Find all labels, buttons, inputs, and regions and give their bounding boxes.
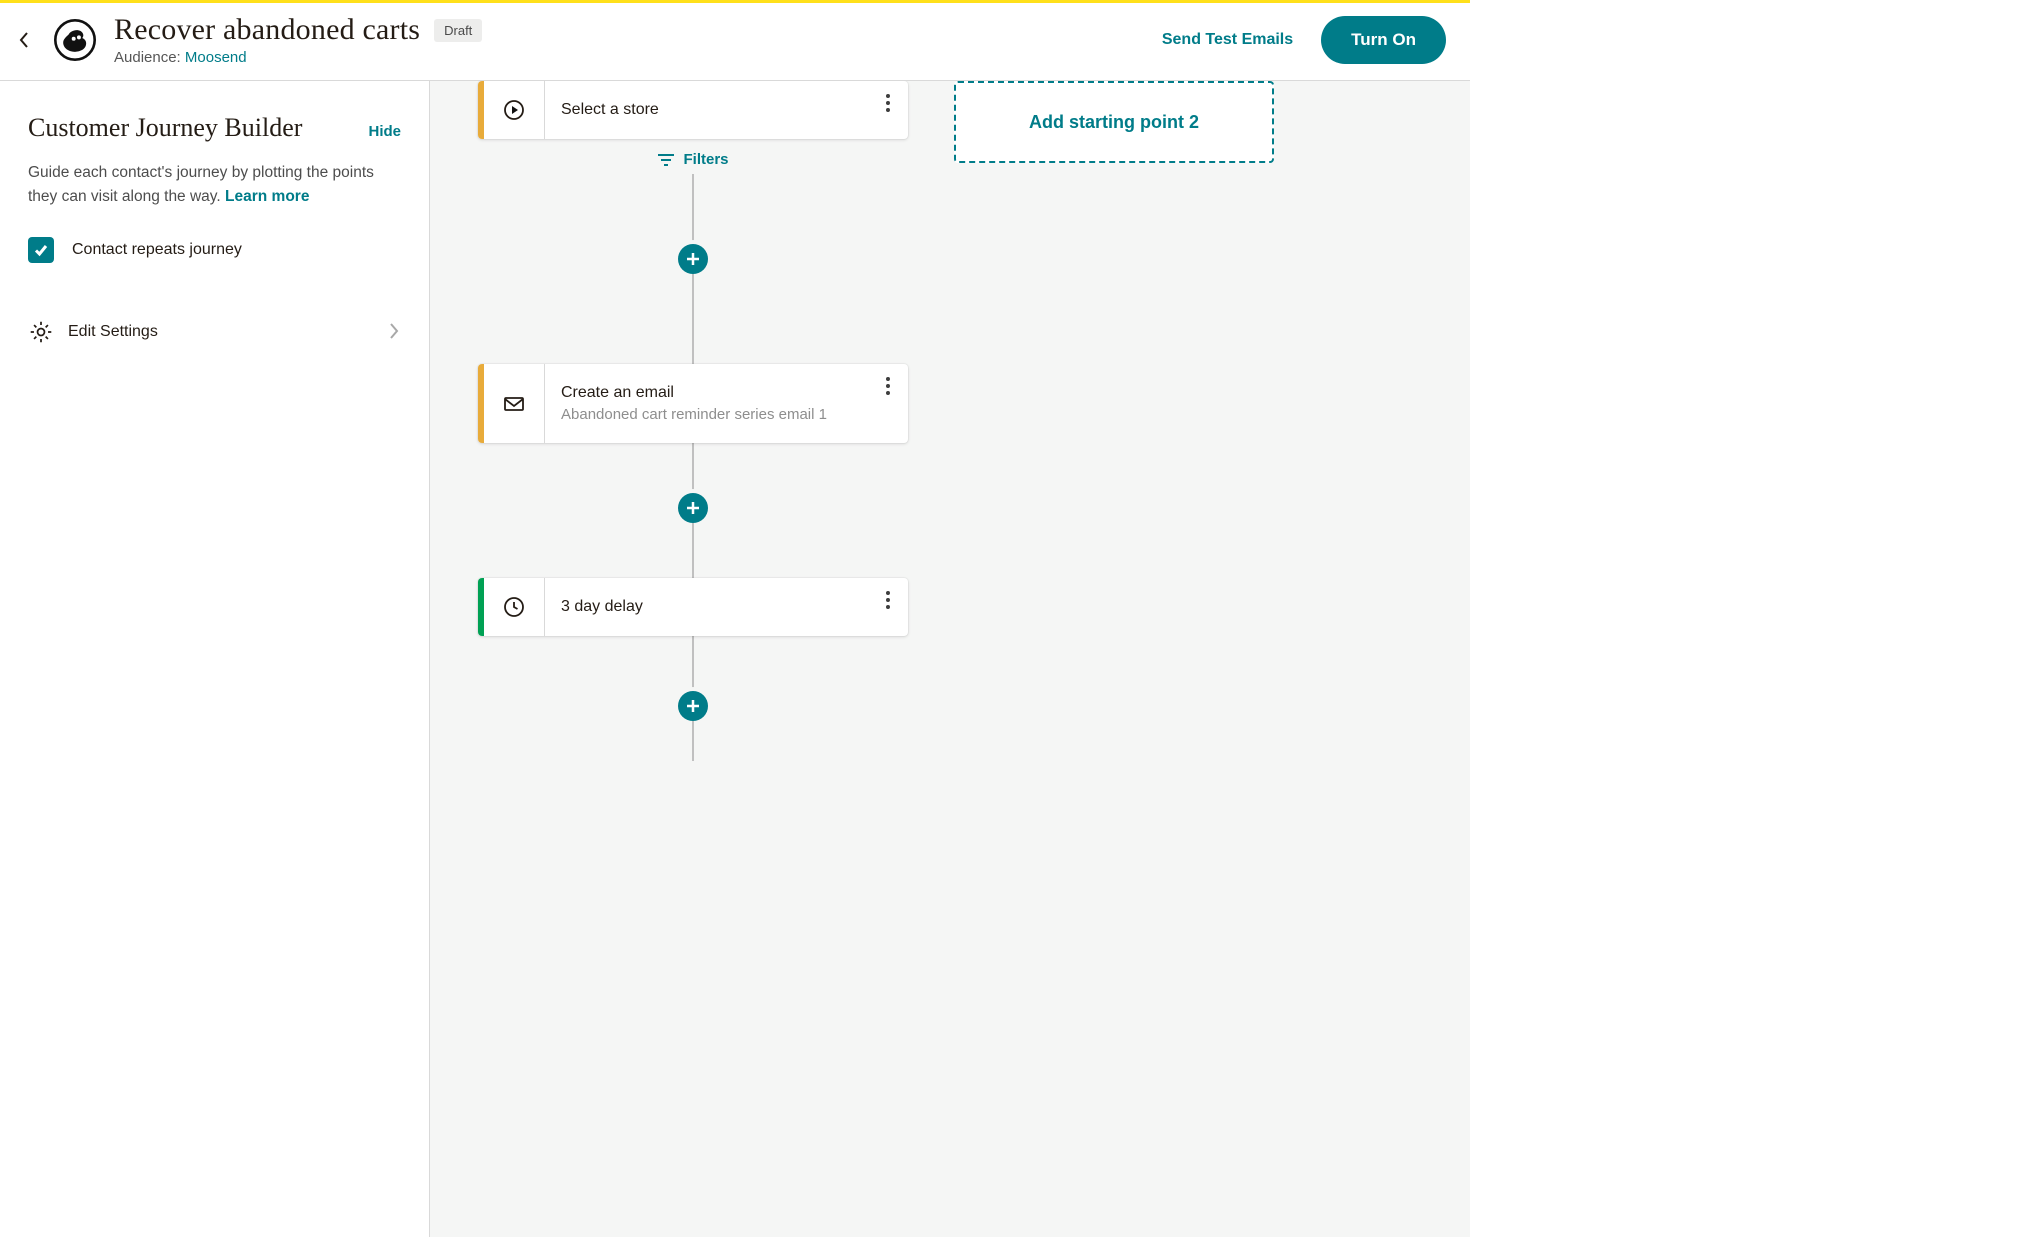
vertical-dots-icon (886, 94, 890, 112)
main-layout: Customer Journey Builder Hide Guide each… (0, 81, 1470, 1237)
chevron-right-icon (389, 323, 401, 341)
connector-line (692, 274, 694, 364)
connector-line (692, 523, 694, 578)
add-starting-point-label: Add starting point 2 (1029, 112, 1199, 133)
journey-card-delay[interactable]: 3 day delay (478, 578, 908, 636)
hide-sidebar-link[interactable]: Hide (368, 123, 401, 140)
contact-repeats-checkbox[interactable] (28, 237, 54, 263)
vertical-dots-icon (886, 377, 890, 395)
status-chip: Draft (434, 19, 482, 42)
clock-icon (484, 578, 545, 636)
contact-repeats-row: Contact repeats journey (28, 237, 401, 263)
connector-line (692, 721, 694, 761)
journey-card-trigger[interactable]: Select a store (478, 81, 908, 139)
card-menu-button[interactable] (878, 91, 898, 115)
send-test-emails-link[interactable]: Send Test Emails (1162, 31, 1293, 49)
connector-line (692, 174, 694, 244)
turn-on-button[interactable]: Turn On (1321, 16, 1446, 64)
mail-icon (484, 364, 545, 443)
audience-label: Audience: (114, 49, 185, 66)
card-title: Create an email (561, 384, 892, 402)
add-step-button[interactable] (678, 244, 708, 274)
filters-label: Filters (683, 151, 728, 168)
edit-settings-label: Edit Settings (68, 323, 158, 341)
add-starting-point-card[interactable]: Add starting point 2 (954, 81, 1274, 163)
play-icon (484, 81, 545, 139)
add-step-button[interactable] (678, 493, 708, 523)
connector-line (692, 443, 694, 493)
mailchimp-logo-icon (54, 19, 96, 61)
filters-button[interactable]: Filters (657, 151, 728, 168)
audience-line: Audience: Moosend (114, 49, 482, 66)
journey-card-email[interactable]: Create an email Abandoned cart reminder … (478, 364, 908, 443)
gear-icon (28, 319, 54, 345)
page-title: Recover abandoned carts (114, 13, 420, 47)
header-bar: Recover abandoned carts Draft Audience: … (0, 3, 1470, 81)
card-subtitle: Abandoned cart reminder series email 1 (561, 406, 892, 423)
card-menu-button[interactable] (878, 588, 898, 612)
back-button[interactable] (12, 28, 36, 52)
journey-canvas[interactable]: Add starting point 2 Select a store (430, 81, 1470, 1237)
sidebar-title: Customer Journey Builder (28, 113, 302, 143)
sidebar-description: Guide each contact's journey by plotting… (28, 161, 401, 209)
card-title: 3 day delay (561, 598, 892, 616)
header-actions: Send Test Emails Turn On (1162, 16, 1446, 64)
card-menu-button[interactable] (878, 374, 898, 398)
title-block: Recover abandoned carts Draft Audience: … (114, 13, 482, 66)
card-title: Select a store (561, 101, 892, 119)
contact-repeats-label: Contact repeats journey (72, 241, 242, 259)
sidebar-desc-text: Guide each contact's journey by plotting… (28, 164, 374, 205)
add-step-button[interactable] (678, 691, 708, 721)
audience-link[interactable]: Moosend (185, 49, 247, 66)
edit-settings-row[interactable]: Edit Settings (28, 319, 401, 345)
vertical-dots-icon (886, 591, 890, 609)
sidebar: Customer Journey Builder Hide Guide each… (0, 81, 430, 1237)
journey-column: Select a store Filters (478, 81, 908, 761)
connector-line (692, 636, 694, 691)
learn-more-link[interactable]: Learn more (225, 188, 309, 205)
